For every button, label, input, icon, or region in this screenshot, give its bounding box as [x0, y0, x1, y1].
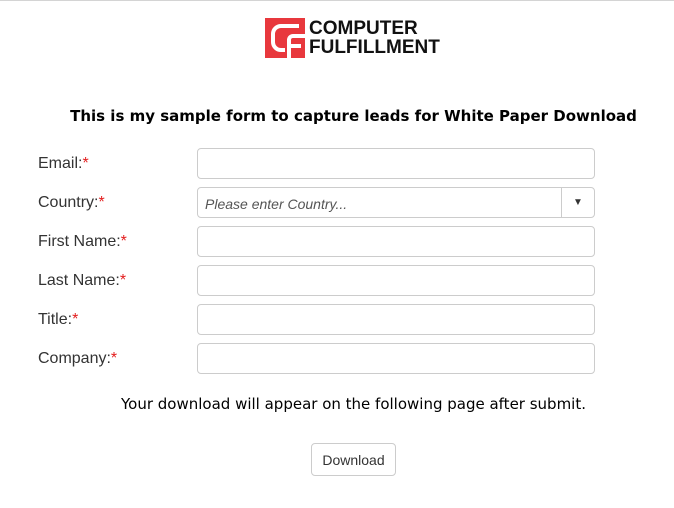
- required-marker: *: [119, 272, 127, 289]
- email-row: Email:*: [38, 148, 598, 182]
- company-logo: COMPUTER FULFILLMENT: [265, 17, 445, 59]
- last-name-input[interactable]: [197, 265, 595, 296]
- logo-text-line1: COMPUTER: [309, 18, 418, 39]
- download-note: Your download will appear on the followi…: [120, 395, 586, 413]
- country-select[interactable]: Please enter Country... ▼: [197, 187, 595, 218]
- last-name-label: Last Name:*: [38, 272, 127, 289]
- email-label: Email:*: [38, 155, 89, 172]
- required-marker: *: [98, 194, 105, 211]
- email-input[interactable]: [197, 148, 595, 179]
- country-row: Country:* Please enter Country... ▼: [38, 187, 598, 221]
- company-input[interactable]: [197, 343, 595, 374]
- required-marker: *: [120, 233, 127, 250]
- required-marker: *: [82, 155, 89, 172]
- first-name-label: First Name:*: [38, 233, 127, 250]
- download-button[interactable]: Download: [311, 443, 396, 476]
- title-row: Title:*: [38, 304, 598, 338]
- logo-text-line2: FULFILLMENT: [309, 37, 440, 58]
- company-row: Company:*: [38, 343, 598, 377]
- first-name-row: First Name:*: [38, 226, 598, 260]
- required-marker: *: [72, 311, 79, 328]
- caret-down-icon: ▼: [573, 197, 583, 208]
- dropdown-toggle[interactable]: ▼: [561, 188, 594, 217]
- last-name-row: Last Name:*: [38, 265, 598, 299]
- country-label: Country:*: [38, 194, 105, 211]
- title-label: Title:*: [38, 311, 79, 328]
- form-heading: This is my sample form to capture leads …: [70, 107, 637, 125]
- first-name-input[interactable]: [197, 226, 595, 257]
- required-marker: *: [110, 350, 118, 367]
- company-label: Company:*: [38, 350, 118, 367]
- cf-logo-icon: [265, 18, 305, 58]
- title-input[interactable]: [197, 304, 595, 335]
- country-placeholder: Please enter Country...: [205, 196, 348, 212]
